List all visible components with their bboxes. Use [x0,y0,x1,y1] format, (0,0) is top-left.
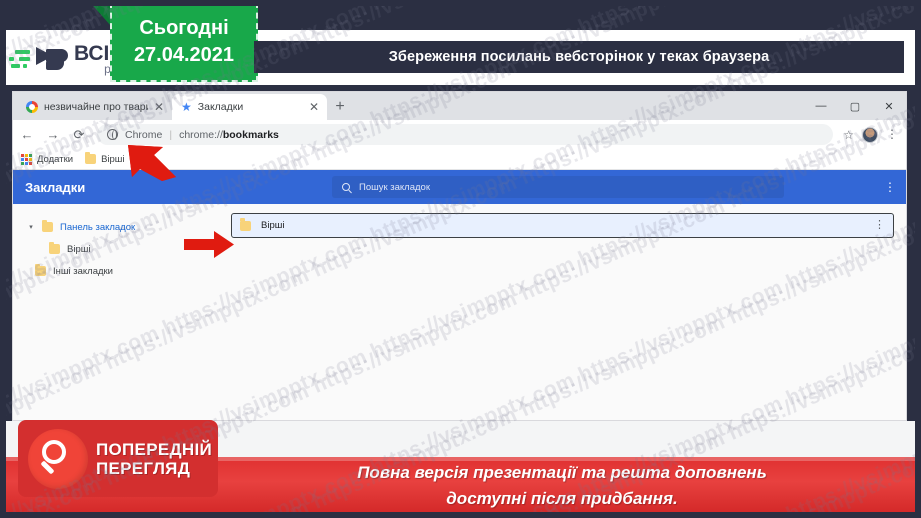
folder-icon [240,218,251,231]
footer-message: Повна версія презентації та решта доповн… [232,460,892,515]
forward-icon[interactable]: → [45,127,61,142]
bookmark-star-icon[interactable]: ☆ [843,128,854,142]
annotation-arrow-up-left [114,143,180,181]
url-scheme: chrome:// [179,128,223,141]
close-window-icon[interactable]: ✕ [872,92,906,120]
toolbar-right-group: ☆ ⋮ [843,126,900,143]
window-controls: — ▢ ✕ [804,92,906,120]
folder-icon [85,151,97,164]
tab-label: Закладки [197,101,244,113]
today-date: 27.04.2021 [133,44,235,66]
google-icon [26,101,38,113]
tab-search-results[interactable]: незвичайне про тварин - Пош ✕ [17,94,172,120]
browser-window: незвичайне про тварин - Пош ✕ ★ Закладки… [12,91,907,421]
chevron-down-icon[interactable]: ▾ [27,223,35,231]
bookmarks-bar-label: Додатки [37,153,74,165]
today-label: Сьогодні [139,17,229,39]
bookmark-row-label: Вірші [261,220,285,231]
tab-close-icon[interactable]: ✕ [154,101,164,113]
tab-close-icon[interactable]: ✕ [309,101,319,113]
bookmarks-bar-item-apps[interactable]: Додатки [21,153,74,165]
browser-menu-icon[interactable]: ⋮ [886,128,898,141]
chip-separator: | [169,128,173,141]
tab-label: незвичайне про тварин - Пош [44,101,148,113]
magnifier-icon [28,428,88,489]
address-url: chrome://bookmarks [179,129,279,141]
search-icon [342,183,350,191]
bookmark-row-virshi[interactable]: Вірші ⋮ [231,213,894,238]
bookmark-list: Вірші ⋮ [223,204,906,420]
annotation-arrow-right [184,231,236,258]
address-bar[interactable]: Chrome | chrome://bookmarks [97,124,834,145]
slide: ВСІМ pptx Сьогодні 27.04.2021 Збереження… [0,0,921,518]
bookmark-manager-menu-icon[interactable]: ⋮ [884,181,896,194]
folder-icon [35,263,46,276]
maximize-icon[interactable]: ▢ [838,92,872,120]
footer-line-2: доступні після придбання. [446,489,678,508]
footer-line-1: Повна версія презентації та решта доповн… [357,463,767,482]
tree-item-label: Інші закладки [53,265,113,277]
minimize-icon[interactable]: — [804,92,838,120]
preview-line-1: ПОПЕРЕДНІЙ [96,439,213,459]
search-placeholder: Пошук закладок [359,181,430,193]
bookmark-row-menu-icon[interactable]: ⋮ [874,219,885,230]
tab-bookmarks[interactable]: ★ Закладки ✕ [172,94,327,120]
bookmark-manager-title: Закладки [25,179,86,195]
folder-icon [42,219,53,232]
browser-tabstrip: незвичайне про тварин - Пош ✕ ★ Закладки… [13,92,906,120]
preview-badge: ПОПЕРЕДНІЙ ПЕРЕГЛЯД [18,420,218,497]
avatar[interactable] [862,126,878,143]
back-icon[interactable]: ← [19,127,35,142]
tree-item-other-bookmarks[interactable]: Інші закладки [13,260,223,282]
preview-badge-text: ПОПЕРЕДНІЙ ПЕРЕГЛЯД [96,440,212,478]
folder-icon [49,241,60,254]
apps-grid-icon [21,153,32,165]
url-path: bookmarks [222,128,279,141]
site-chip-label: Chrome [125,128,163,141]
slide-title-bar: Збереження посилань вебсторінок у теках … [254,41,904,73]
new-tab-button[interactable]: + [327,94,353,120]
reload-icon[interactable]: ⟳ [71,127,87,143]
preview-line-2: ПЕРЕГЛЯД [96,458,191,478]
graduation-cap-icon [36,44,70,74]
star-icon: ★ [181,100,192,114]
today-date-badge: Сьогодні 27.04.2021 [110,2,258,82]
tree-item-label: Панель закладок [60,221,136,233]
globe-icon [107,129,118,140]
speed-lines-icon [8,44,34,74]
tree-item-label: Вірші [67,243,91,255]
page-title: Збереження посилань вебсторінок у теках … [388,49,770,65]
bookmark-manager-body: ▾ Панель закладок Вірші Інші закладки Ві… [13,204,906,420]
bookmark-search-input[interactable]: Пошук закладок [332,176,784,198]
